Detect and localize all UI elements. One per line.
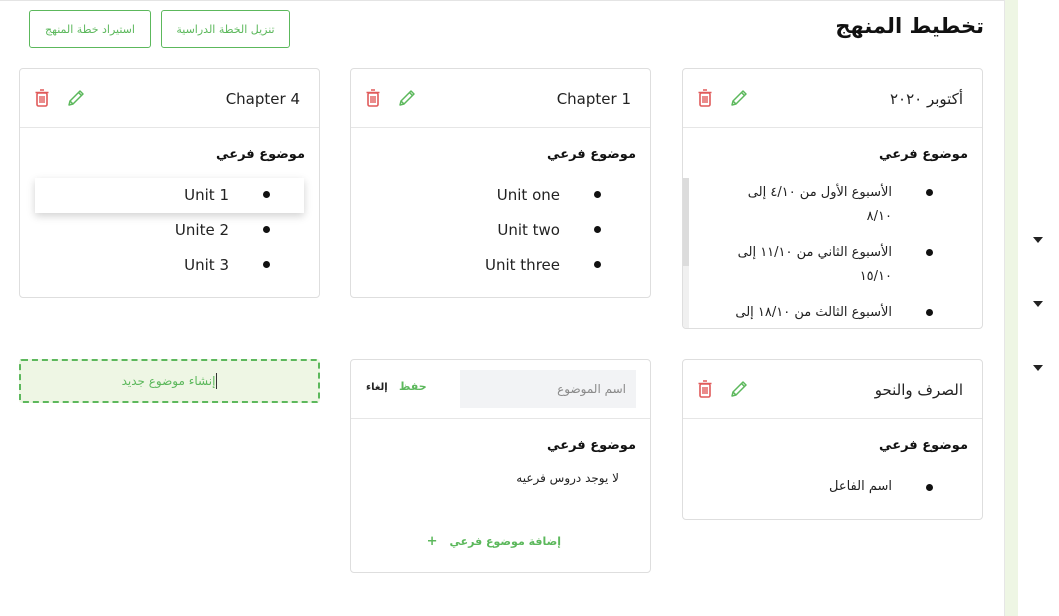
add-sub-topic-button[interactable]: إضافة موضوع فرعي + (427, 534, 561, 549)
top-divider (0, 0, 1004, 1)
trash-icon[interactable] (698, 89, 712, 107)
card-body: موضوع فرعي لا يوجد دروس فرعيه إضافة موضو… (351, 419, 650, 572)
list-item: Unit two (351, 213, 650, 248)
bullet (263, 261, 270, 268)
topic-card-chapter-1: Chapter 1 موضوع فرعي Unit one Unit two U… (350, 68, 651, 298)
create-new-topic-label: إنشاء موضوع جديد (121, 374, 216, 388)
right-sidebar (1004, 0, 1059, 616)
card-title: أكتوبر ٢٠٢٠ (889, 90, 963, 108)
list-item: Unit three (351, 248, 650, 283)
caret-down-icon[interactable] (1033, 301, 1043, 307)
export-plan-button[interactable]: تنزيل الخطة الدراسية (161, 10, 290, 48)
card-body: موضوع فرعي اسم الفاعل (683, 419, 982, 519)
sub-topic-heading: موضوع فرعي (879, 438, 968, 453)
cancel-button[interactable]: إلغاء (366, 382, 388, 393)
topic-card-october: أكتوبر ٢٠٢٠ موضوع فرعي الأسبوع الأول من … (682, 68, 983, 329)
caret-down-icon[interactable] (1033, 365, 1043, 371)
save-button[interactable]: حفظ (399, 380, 427, 393)
sub-topic-heading: موضوع فرعي (547, 438, 636, 453)
list-item-label: Unite 2 (174, 221, 229, 239)
list-item-label: الأسبوع الثاني من ١١/١٠ إلى ١٥/١٠ (737, 245, 892, 284)
list-item-label: Unit three (485, 256, 560, 274)
plus-icon: + (426, 534, 438, 549)
bullet (926, 309, 933, 316)
pencil-icon[interactable] (729, 88, 749, 108)
new-topic-card: حفظ إلغاء موضوع فرعي لا يوجد دروس فرعيه … (350, 359, 651, 573)
list-item-label: Unit 1 (184, 186, 229, 204)
topic-name-input[interactable] (460, 370, 636, 408)
list-item: الأسبوع الثالث من ١٨/١٠ إلى (683, 298, 982, 328)
trash-icon[interactable] (35, 89, 49, 107)
list-item: اسم الفاعل (683, 471, 982, 506)
bullet (594, 191, 601, 198)
pencil-icon[interactable] (66, 88, 86, 108)
empty-state-text: لا يوجد دروس فرعيه (516, 471, 619, 485)
sub-topic-list: Unit 1 Unite 2 Unit 3 (20, 178, 319, 283)
bullet (594, 226, 601, 233)
bullet (926, 484, 933, 491)
pencil-icon[interactable] (729, 379, 749, 399)
list-item-label: Unit 3 (184, 256, 229, 274)
list-item-label: اسم الفاعل (828, 479, 892, 494)
bullet (594, 261, 601, 268)
bullet (263, 226, 270, 233)
add-sub-topic-label: إضافة موضوع فرعي (449, 535, 562, 548)
list-item: Unite 2 (20, 213, 319, 248)
list-item-label: الأسبوع الثالث من ١٨/١٠ إلى (735, 305, 892, 320)
card-body: موضوع فرعي Unit one Unit two Unit three (351, 128, 650, 297)
card-header: أكتوبر ٢٠٢٠ (683, 69, 982, 128)
page-title: تخطيط المنهج (835, 14, 984, 38)
pencil-icon[interactable] (397, 88, 417, 108)
list-item: Unit one (351, 178, 650, 213)
list-item-label: Unit one (496, 186, 560, 204)
caret-down-icon[interactable] (1033, 237, 1043, 243)
list-item[interactable]: Unit 1 (35, 178, 304, 213)
list-item: Unit 3 (20, 248, 319, 283)
topic-card-grammar: الصرف والنحو موضوع فرعي اسم الفاعل (682, 359, 983, 520)
create-new-topic-button[interactable]: إنشاء موضوع جديد (19, 359, 320, 403)
bullet (926, 189, 933, 196)
card-header: Chapter 1 (351, 69, 650, 128)
sub-topic-heading: موضوع فرعي (879, 147, 968, 162)
card-header: حفظ إلغاء (351, 360, 650, 419)
list-item-label: الأسبوع الأول من ٤/١٠ إلى ٨/١٠ (747, 185, 892, 224)
bullet (926, 249, 933, 256)
list-item: الأسبوع الثاني من ١١/١٠ إلى ١٥/١٠ (683, 238, 982, 298)
sub-topic-list: الأسبوع الأول من ٤/١٠ إلى ٨/١٠ الأسبوع ا… (683, 178, 982, 328)
card-title: Chapter 1 (556, 90, 631, 108)
list-item: الأسبوع الأول من ٤/١٠ إلى ٨/١٠ (683, 178, 982, 238)
sub-topic-list: Unit one Unit two Unit three (351, 178, 650, 283)
trash-icon[interactable] (698, 380, 712, 398)
card-body: موضوع فرعي الأسبوع الأول من ٤/١٠ إلى ٨/١… (683, 128, 982, 328)
card-title: Chapter 4 (225, 90, 300, 108)
trash-icon[interactable] (366, 89, 380, 107)
topic-card-chapter-4: Chapter 4 موضوع فرعي Unit 1 Unite 2 Unit… (19, 68, 320, 298)
card-header: الصرف والنحو (683, 360, 982, 419)
sidebar-strip (1005, 0, 1018, 616)
bullet (263, 191, 270, 198)
card-title: الصرف والنحو (874, 381, 963, 399)
import-plan-button[interactable]: استيراد خطة المنهج (29, 10, 151, 48)
card-body: موضوع فرعي Unit 1 Unite 2 Unit 3 (20, 128, 319, 297)
list-item-label: Unit two (497, 221, 560, 239)
text-cursor (216, 373, 218, 389)
card-header: Chapter 4 (20, 69, 319, 128)
sub-topic-heading: موضوع فرعي (216, 147, 305, 162)
sub-topic-list: اسم الفاعل (683, 471, 982, 506)
sub-topic-heading: موضوع فرعي (547, 147, 636, 162)
